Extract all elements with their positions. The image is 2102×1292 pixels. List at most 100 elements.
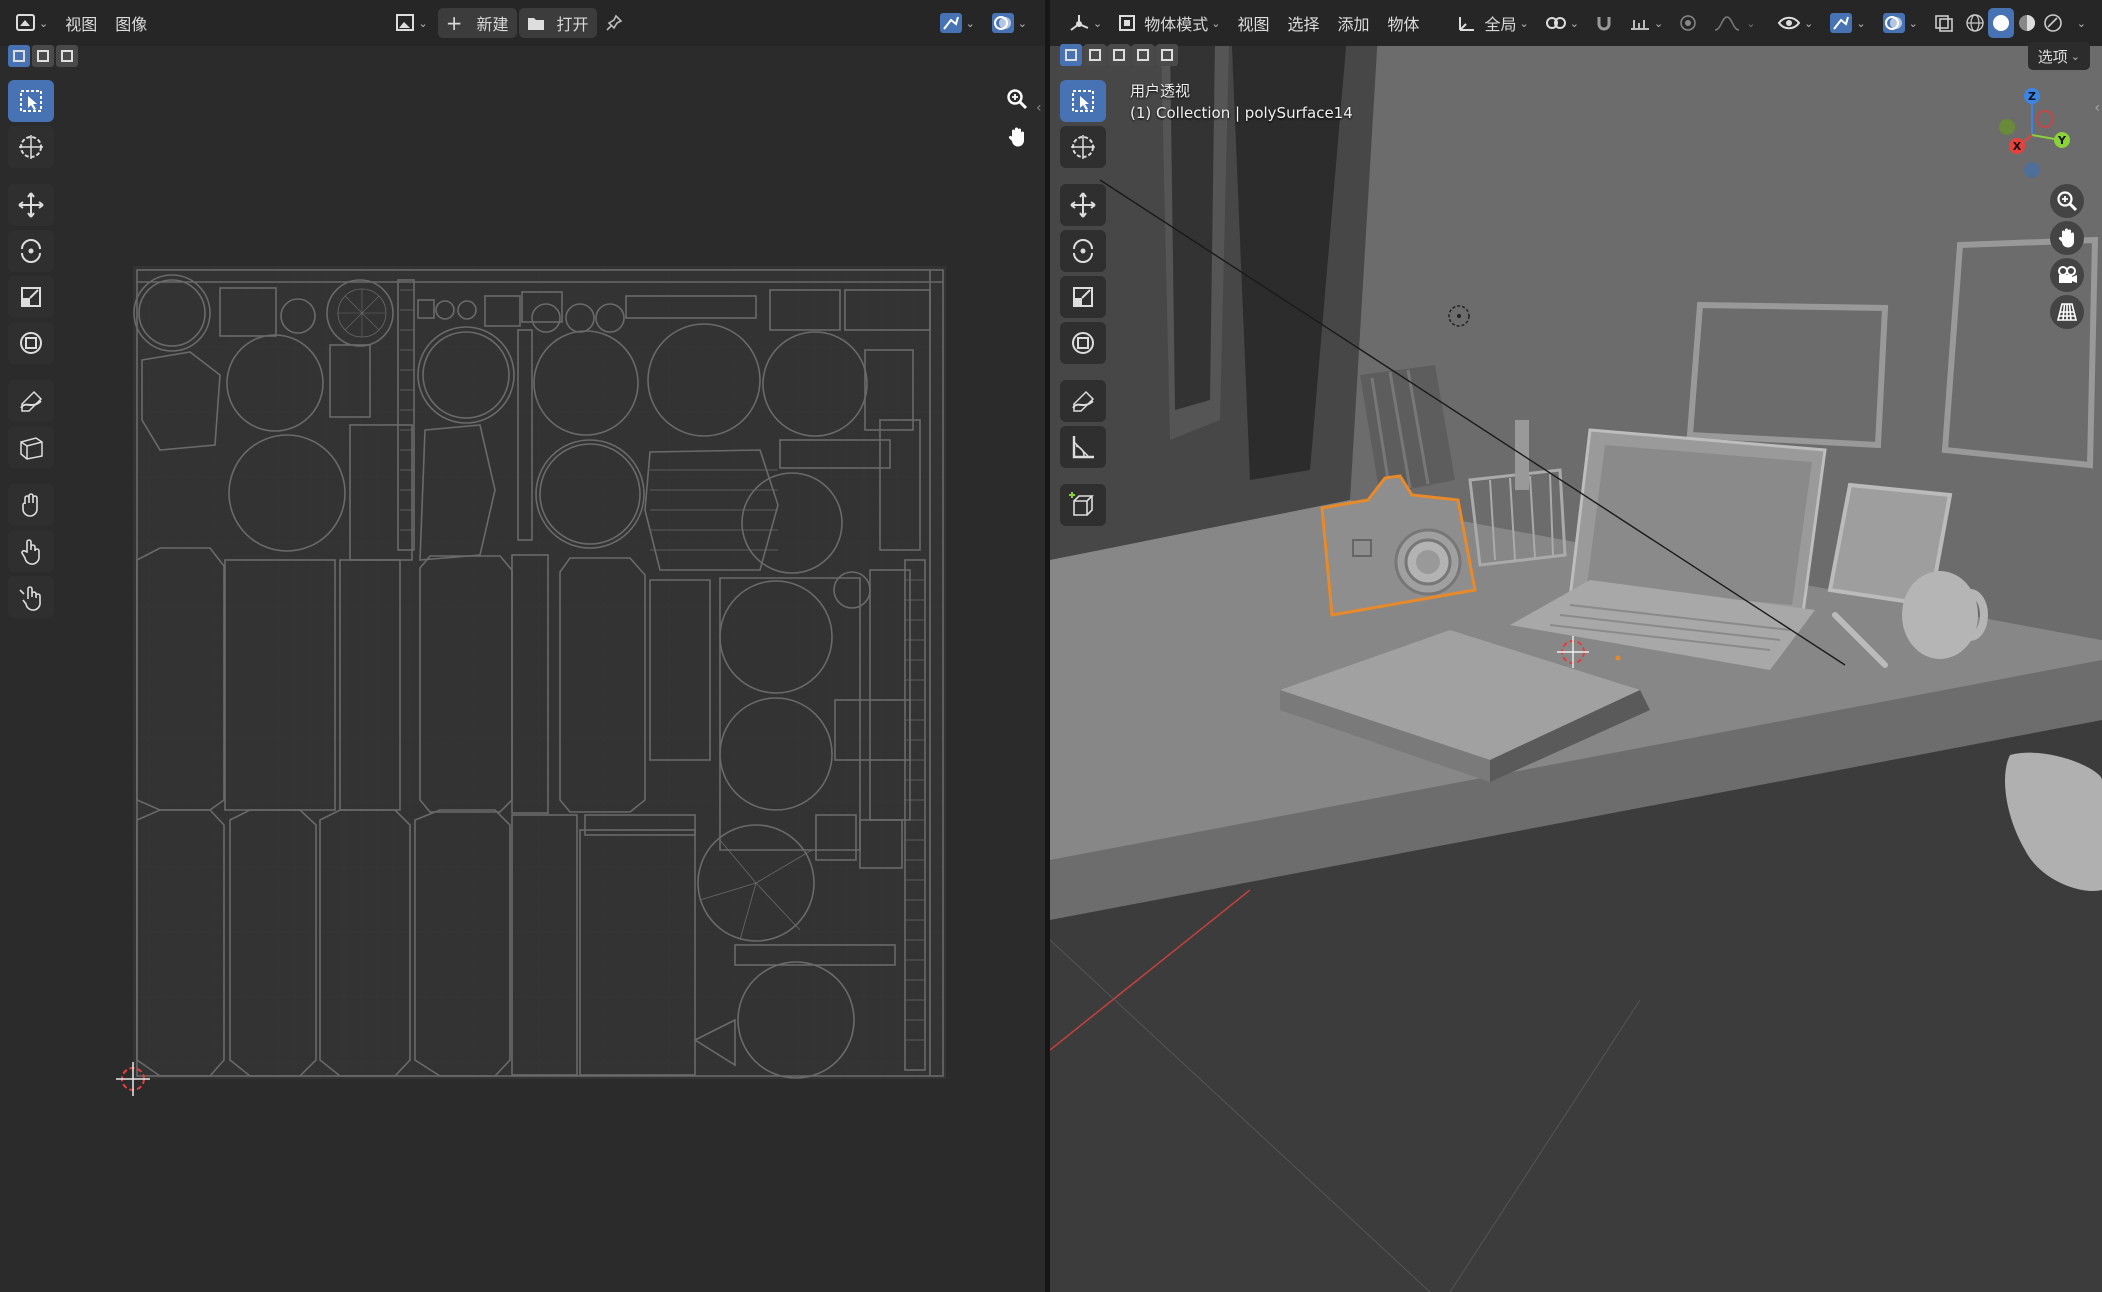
hand-pan-icon	[2058, 228, 2075, 248]
menu-object[interactable]: 物体	[1379, 11, 1429, 35]
camera-icon	[2058, 266, 2077, 283]
gizmo-icon	[1830, 13, 1853, 33]
chevron-down-icon: ⌄	[1804, 16, 1814, 30]
chevron-down-icon: ⌄	[1211, 16, 1221, 30]
shading-wireframe[interactable]	[1962, 8, 1988, 38]
gizmo-neg-x[interactable]	[2036, 110, 2054, 128]
zoom-icon	[2057, 191, 2078, 212]
transform-orientation-selector[interactable]: 全局 ⌄	[1449, 8, 1537, 38]
grid-perspective-icon	[2056, 303, 2078, 321]
gizmo-z-label: Z	[2028, 90, 2036, 103]
sidebar-toggle-arrow[interactable]: ‹	[2094, 100, 2100, 116]
menu-view[interactable]: 视图	[1228, 11, 1278, 35]
uv-layout-canvas	[116, 266, 946, 1096]
zoom-button[interactable]	[2050, 184, 2084, 218]
chevron-down-icon: ⌄	[1653, 16, 1664, 30]
xray-toggle[interactable]	[1926, 8, 1962, 38]
uv-editor: ⌄ 视图 图像 ⌄ + 新建 打开 ⌄ ⌄ ‹	[0, 0, 1045, 1292]
chevron-down-icon: ⌄	[1519, 16, 1529, 30]
gizmo-y-label: Y	[2057, 134, 2067, 147]
xray-icon	[1934, 15, 1953, 32]
orientation-global-icon	[1458, 17, 1474, 31]
scale-icon	[1073, 287, 1093, 307]
chevron-down-icon: ⌄	[1569, 16, 1579, 30]
perspective-toggle-button[interactable]	[2050, 295, 2084, 329]
overlay-toggle-button[interactable]: ⌄	[1874, 8, 1926, 38]
pan-button[interactable]	[2050, 221, 2084, 255]
add-cube-icon	[1069, 492, 1094, 516]
select-box-icon	[1072, 90, 1094, 112]
gizmo-neg-z[interactable]	[2024, 162, 2040, 178]
orientation-label: 全局	[1484, 15, 1517, 34]
viewport-scene[interactable]	[1050, 0, 2102, 1292]
shading-material[interactable]	[2014, 8, 2040, 38]
camera-view-button[interactable]	[2050, 258, 2084, 292]
link-icon	[1545, 17, 1566, 29]
3d-viewport: ⌄ 物体模式 ⌄ 视图 选择 添加 物体 全局 ⌄ ⌄ ⌄ ⌄ ⌄ ⌄ ⌄ ⌄ …	[1050, 0, 2102, 1292]
object-mode-icon	[1119, 15, 1136, 31]
view-type-label: 用户透视	[1130, 82, 1191, 100]
tool-rotate[interactable]	[1060, 230, 1106, 272]
shading-rendered[interactable]	[2040, 8, 2066, 38]
select-mode-extend-button[interactable]	[1084, 44, 1106, 66]
proportional-edit-toggle[interactable]	[1671, 8, 1705, 38]
viewport-overlay-text: 用户透视 (1) Collection | polySurface14	[1130, 80, 1353, 124]
tool-add-cube[interactable]	[1060, 484, 1106, 526]
options-dropdown[interactable]: 选项 ⌄	[2027, 42, 2090, 70]
eye-icon	[1777, 16, 1801, 30]
gizmo-neg-y[interactable]	[1999, 119, 2015, 135]
gizmo-x-label: X	[2013, 140, 2022, 153]
menu-select[interactable]: 选择	[1278, 11, 1328, 35]
falloff-curve-icon	[1714, 16, 1740, 31]
mode-selector[interactable]: 物体模式 ⌄	[1110, 8, 1228, 38]
select-mode-intersect-button[interactable]	[1156, 44, 1178, 66]
editor-type-button[interactable]: ⌄	[1060, 8, 1110, 38]
select-mode-invert-button[interactable]	[1132, 44, 1154, 66]
tool-annotate[interactable]	[1060, 380, 1106, 422]
tool-measure[interactable]	[1060, 426, 1106, 468]
chevron-down-icon: ⌄	[2076, 16, 2086, 30]
chevron-down-icon: ⌄	[1093, 16, 1103, 30]
tool-cursor[interactable]	[1060, 126, 1106, 168]
snap-toggle[interactable]	[1587, 8, 1621, 38]
tool-transform[interactable]	[1060, 322, 1106, 364]
shading-solid[interactable]	[1987, 8, 2014, 38]
mode-label: 物体模式	[1144, 15, 1209, 34]
overlay-icon	[1882, 13, 1905, 33]
navigation-gizmo[interactable]: Z Y X	[1990, 80, 2090, 180]
3d-viewport-icon	[1070, 15, 1089, 31]
rotate-icon	[1073, 239, 1093, 263]
falloff-selector[interactable]: ⌄	[1705, 8, 1763, 38]
tool-select-box[interactable]	[1060, 80, 1106, 122]
viewport-toolbar	[1060, 80, 1110, 526]
gizmo-toggle-button[interactable]: ⌄	[1821, 8, 1873, 38]
chevron-down-icon: ⌄	[1746, 16, 1756, 30]
shading-options[interactable]: ⌄	[2066, 8, 2094, 38]
wireframe-sphere-icon	[1966, 14, 1984, 32]
chevron-down-icon: ⌄	[2070, 49, 2080, 63]
menu-add[interactable]: 添加	[1328, 11, 1378, 35]
cursor-icon	[1071, 135, 1095, 159]
select-mode-subtract-button[interactable]	[1108, 44, 1130, 66]
snap-magnet-icon	[1597, 17, 1611, 31]
collection-object-label: (1) Collection | polySurface14	[1130, 104, 1353, 122]
solid-sphere-icon	[1992, 15, 2009, 31]
proportional-edit-icon	[1680, 15, 1696, 31]
select-mode-new-button[interactable]	[1060, 44, 1082, 66]
mug	[1902, 571, 1978, 659]
snap-increment-icon	[1630, 20, 1649, 30]
annotate-icon	[1072, 390, 1095, 412]
tool-move[interactable]	[1060, 184, 1106, 226]
transform-icon	[1072, 332, 1094, 354]
snap-target-selector[interactable]: ⌄	[1621, 8, 1671, 38]
rendered-sphere-icon	[2043, 14, 2062, 32]
visibility-selector[interactable]: ⌄	[1769, 8, 1821, 38]
pivot-point-selector[interactable]: ⌄	[1537, 8, 1587, 38]
options-label: 选项	[2037, 47, 2068, 66]
chevron-down-icon: ⌄	[1856, 16, 1866, 30]
ruler-icon	[1072, 436, 1094, 459]
chevron-down-icon: ⌄	[1908, 16, 1918, 30]
object-origin-dot	[1615, 655, 1621, 661]
viewport-header: ⌄ 物体模式 ⌄ 视图 选择 添加 物体 全局 ⌄ ⌄ ⌄ ⌄ ⌄ ⌄ ⌄ ⌄	[1050, 0, 2102, 46]
tool-scale[interactable]	[1060, 276, 1106, 318]
